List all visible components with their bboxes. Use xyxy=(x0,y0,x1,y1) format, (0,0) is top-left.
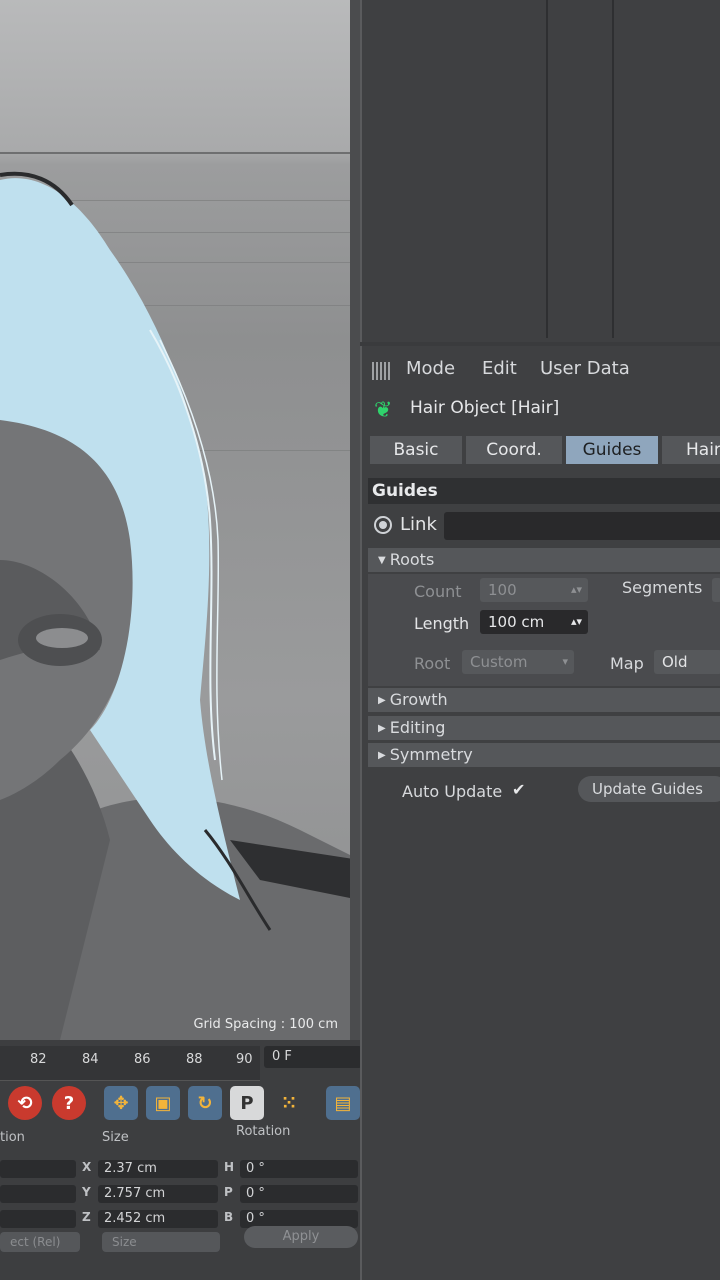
root-label: Root xyxy=(414,654,451,673)
map-value: Old xyxy=(662,653,688,671)
column-divider xyxy=(546,0,548,338)
character-model xyxy=(0,171,360,1040)
segments-field[interactable] xyxy=(712,578,720,602)
coord-row-x: X 2.37 cm H 0 ° xyxy=(0,1160,370,1180)
tab-hair[interactable]: Hair xyxy=(662,436,720,464)
link-radio-icon[interactable] xyxy=(374,516,392,534)
length-field[interactable]: 100 cm ▴▾ xyxy=(480,610,588,634)
axis-label: B xyxy=(224,1210,234,1224)
root-value: Custom xyxy=(470,653,528,671)
move-icon[interactable]: ✥ xyxy=(104,1086,138,1120)
timeline-tick: 88 xyxy=(186,1052,203,1067)
expand-right-icon: ▶ xyxy=(378,722,386,734)
group-growth-label: Growth xyxy=(389,690,448,709)
film-icon[interactable]: ▤ xyxy=(326,1086,360,1120)
object-title: Hair Object [Hair] xyxy=(410,398,560,418)
record-icon[interactable]: ⟲ xyxy=(8,1086,42,1120)
axis-label: H xyxy=(224,1160,235,1174)
group-editing[interactable]: ▶ Editing xyxy=(368,716,720,740)
rotation-p-field[interactable]: 0 ° xyxy=(240,1185,358,1203)
spinner-icon[interactable]: ▴▾ xyxy=(571,610,582,634)
position-header: tion xyxy=(0,1130,25,1145)
update-guides-button[interactable]: Update Guides xyxy=(578,776,720,802)
group-growth[interactable]: ▶ Growth xyxy=(368,688,720,712)
attribute-tabs: Basic Coord. Guides Hair xyxy=(370,436,720,464)
position-z-field[interactable] xyxy=(0,1210,76,1228)
rotation-header: Rotation xyxy=(236,1124,291,1139)
position-x-field[interactable] xyxy=(0,1160,76,1178)
link-label: Link xyxy=(400,514,437,535)
rotate-icon[interactable]: ↻ xyxy=(188,1086,222,1120)
group-roots-label: Roots xyxy=(389,550,435,569)
timeline-ruler[interactable]: 82 84 86 88 90 xyxy=(0,1046,260,1081)
group-roots[interactable]: ▼ Roots xyxy=(368,548,720,572)
size-mode-dropdown[interactable]: Size xyxy=(102,1232,220,1252)
root-dropdown[interactable]: Custom ▾ xyxy=(462,650,574,674)
group-symmetry[interactable]: ▶ Symmetry xyxy=(368,743,720,767)
length-value: 100 cm xyxy=(488,613,545,631)
coordinate-mode-dropdown[interactable]: ect (Rel) xyxy=(0,1232,80,1252)
viewport-3d[interactable]: Grid Spacing : 100 cm xyxy=(0,0,360,1040)
scale-icon[interactable]: ▣ xyxy=(146,1086,180,1120)
parameter-icon[interactable]: P xyxy=(230,1086,264,1120)
timeline-tick: 84 xyxy=(82,1052,99,1067)
timeline-tick: 82 xyxy=(30,1052,47,1067)
axis-label: X xyxy=(82,1160,92,1174)
timeline-tick: 86 xyxy=(134,1052,151,1067)
section-heading: Guides xyxy=(368,478,720,504)
size-x-field[interactable]: 2.37 cm xyxy=(98,1160,218,1178)
column-divider xyxy=(612,0,614,338)
map-dropdown[interactable]: Old xyxy=(654,650,720,674)
viewport-border xyxy=(350,0,360,1040)
count-field[interactable]: 100 ▴▾ xyxy=(480,578,588,602)
auto-update-checkbox[interactable]: ✔ xyxy=(512,780,525,799)
axis-label: P xyxy=(224,1185,233,1199)
size-z-field[interactable]: 2.452 cm xyxy=(98,1210,218,1228)
position-y-field[interactable] xyxy=(0,1185,76,1203)
axis-label: Z xyxy=(82,1210,91,1224)
spinner-icon[interactable]: ▴▾ xyxy=(571,578,582,602)
attribute-menubar: Mode Edit User Data xyxy=(362,354,720,384)
tab-guides[interactable]: Guides xyxy=(566,436,660,464)
object-manager-panel[interactable] xyxy=(360,0,720,342)
roots-parameters: Count 100 ▴▾ Segments Length 100 cm ▴▾ Roo… xyxy=(368,574,720,686)
size-header: Size xyxy=(102,1130,129,1145)
auto-update-label: Auto Update xyxy=(402,782,503,801)
frame-field[interactable]: 0 F xyxy=(264,1046,362,1068)
expand-down-icon: ▼ xyxy=(378,554,386,566)
help-icon[interactable]: ? xyxy=(52,1086,86,1120)
size-y-field[interactable]: 2.757 cm xyxy=(98,1185,218,1203)
menu-edit[interactable]: Edit xyxy=(482,358,517,379)
axis-label: Y xyxy=(82,1185,91,1199)
dropdown-arrow-icon: ▾ xyxy=(562,655,568,668)
menu-mode[interactable]: Mode xyxy=(406,358,455,379)
timeline-coordinates-panel: 82 84 86 88 90 0 F ⟲ ? ✥ ▣ ↻ P ⁙ ▤ tion … xyxy=(0,1040,370,1280)
expand-right-icon: ▶ xyxy=(378,694,386,706)
group-editing-label: Editing xyxy=(389,718,446,737)
apply-button[interactable]: Apply xyxy=(244,1226,358,1248)
map-label: Map xyxy=(610,654,644,673)
coord-row-y: Y 2.757 cm P 0 ° xyxy=(0,1185,370,1205)
attribute-manager: Mode Edit User Data ❦ Hair Object [Hair]… xyxy=(360,346,720,1280)
tab-coord[interactable]: Coord. xyxy=(466,436,564,464)
group-symmetry-label: Symmetry xyxy=(389,745,473,764)
link-row: Link xyxy=(368,512,720,540)
count-value: 100 xyxy=(488,581,517,599)
length-label: Length xyxy=(414,614,470,633)
expand-right-icon: ▶ xyxy=(378,749,386,761)
grid-spacing-label: Grid Spacing : 100 cm xyxy=(193,1017,338,1032)
rotation-h-field[interactable]: 0 ° xyxy=(240,1160,358,1178)
hair-object-icon: ❦ xyxy=(374,398,393,423)
grid-dots-icon[interactable]: ⁙ xyxy=(272,1086,306,1120)
menu-user-data[interactable]: User Data xyxy=(540,358,630,379)
link-field[interactable] xyxy=(444,512,720,540)
grid-handle-icon[interactable] xyxy=(372,362,392,380)
count-label: Count xyxy=(414,582,462,601)
timeline-tick: 90 xyxy=(236,1052,253,1067)
segments-label: Segments xyxy=(622,578,703,597)
tab-basic[interactable]: Basic xyxy=(370,436,464,464)
